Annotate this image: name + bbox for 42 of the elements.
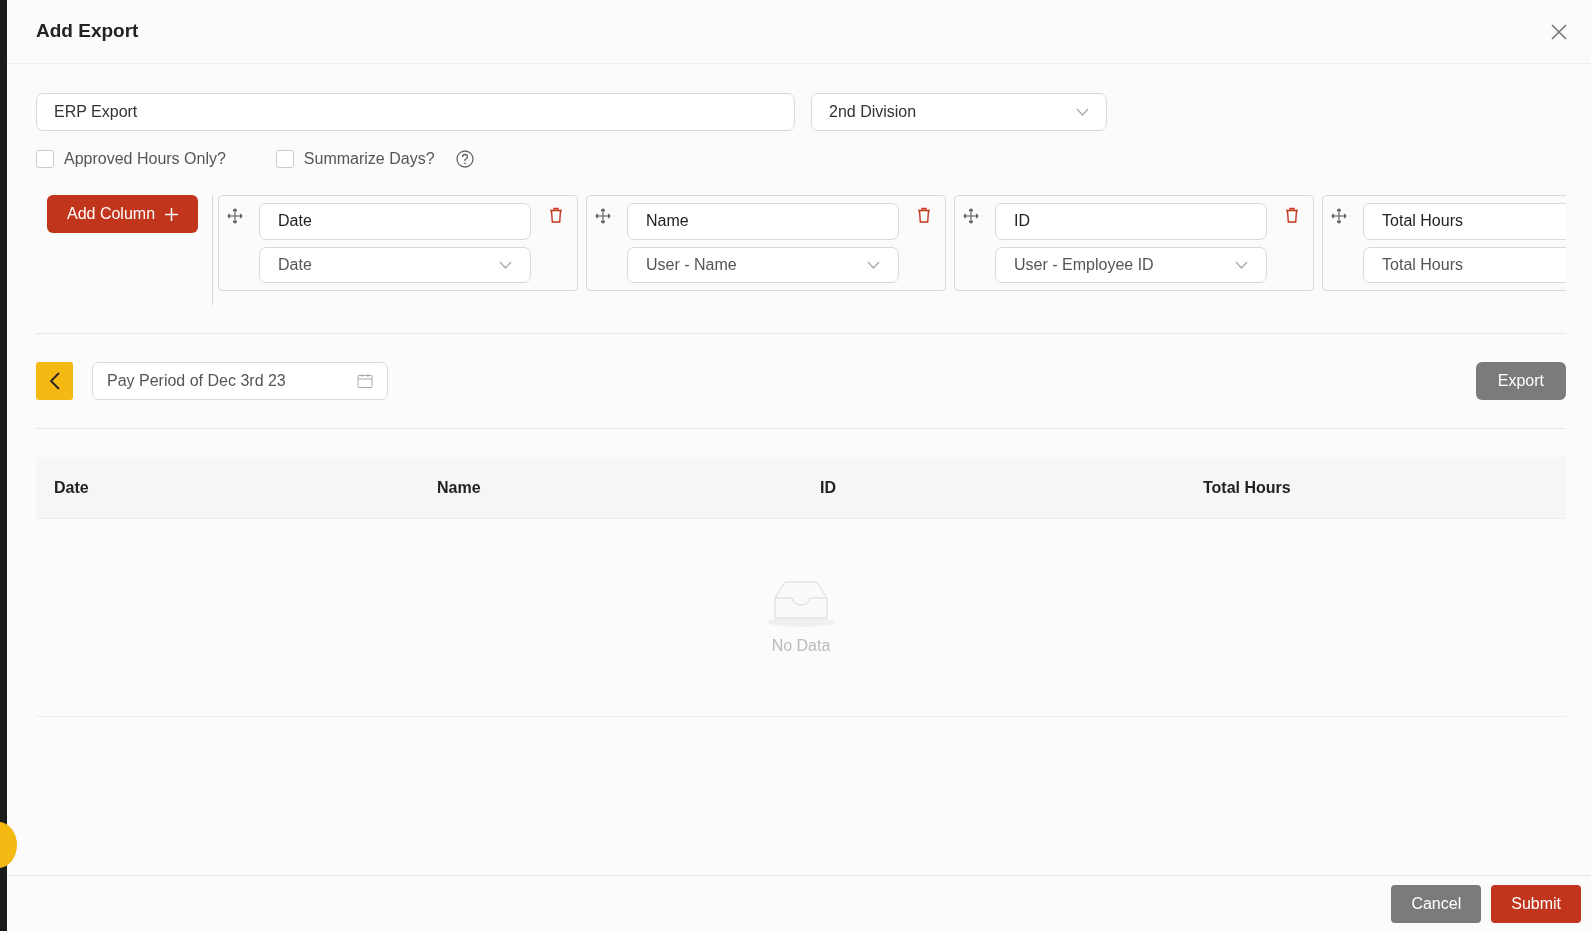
- column-title-field[interactable]: Name: [627, 203, 900, 240]
- help-icon[interactable]: [455, 150, 474, 168]
- column-header: Name: [437, 478, 481, 496]
- modal-title: Add Export: [36, 20, 139, 43]
- column-source-select[interactable]: Date: [259, 246, 532, 283]
- drag-handle-icon[interactable]: [963, 208, 980, 224]
- chevron-down-icon: [867, 260, 881, 269]
- checkbox[interactable]: [275, 150, 294, 168]
- close-icon: [1551, 23, 1567, 40]
- trash-icon[interactable]: [549, 207, 564, 223]
- checkbox-label: Approved Hours Only?: [64, 149, 226, 169]
- division-select[interactable]: 2nd Division: [811, 93, 1107, 131]
- column-source-select[interactable]: Total Hours: [1363, 246, 1566, 283]
- drag-handle-icon[interactable]: [227, 208, 244, 224]
- submit-button[interactable]: Submit: [1491, 884, 1581, 923]
- column-header: Date: [54, 478, 89, 496]
- plus-icon: [165, 207, 179, 221]
- column-title-field[interactable]: Date: [259, 203, 532, 240]
- chevron-down-icon: [1076, 108, 1089, 116]
- cancel-button[interactable]: Cancel: [1391, 884, 1482, 923]
- calendar-icon: [357, 373, 373, 389]
- checkbox-label: Summarize Days?: [303, 149, 435, 169]
- chevron-down-icon: [499, 260, 513, 269]
- trash-icon[interactable]: [1285, 207, 1300, 223]
- export-name-field[interactable]: ERP Export: [36, 93, 795, 131]
- column-source-select[interactable]: User - Name: [627, 246, 900, 283]
- chevron-down-icon: [1235, 260, 1249, 269]
- column-header: ID: [820, 478, 836, 496]
- add-column-button[interactable]: Add Column: [47, 195, 199, 233]
- column-header: Total Hours: [1203, 478, 1291, 496]
- back-button[interactable]: [36, 362, 73, 400]
- pay-period-date-field[interactable]: Pay Period of Dec 3rd 23: [92, 362, 388, 400]
- drag-handle-icon[interactable]: [1331, 208, 1348, 224]
- column-source-select[interactable]: User - Employee ID: [995, 246, 1268, 283]
- checkbox[interactable]: [36, 150, 54, 168]
- trash-icon[interactable]: [917, 207, 932, 223]
- empty-state-text: No Data: [771, 635, 831, 656]
- export-button[interactable]: Export: [1475, 362, 1566, 400]
- column-title-field[interactable]: Total Hours: [1363, 203, 1566, 240]
- drag-handle-icon[interactable]: [595, 208, 612, 224]
- chevron-left-icon: [49, 372, 60, 390]
- column-title-field[interactable]: ID: [995, 203, 1268, 240]
